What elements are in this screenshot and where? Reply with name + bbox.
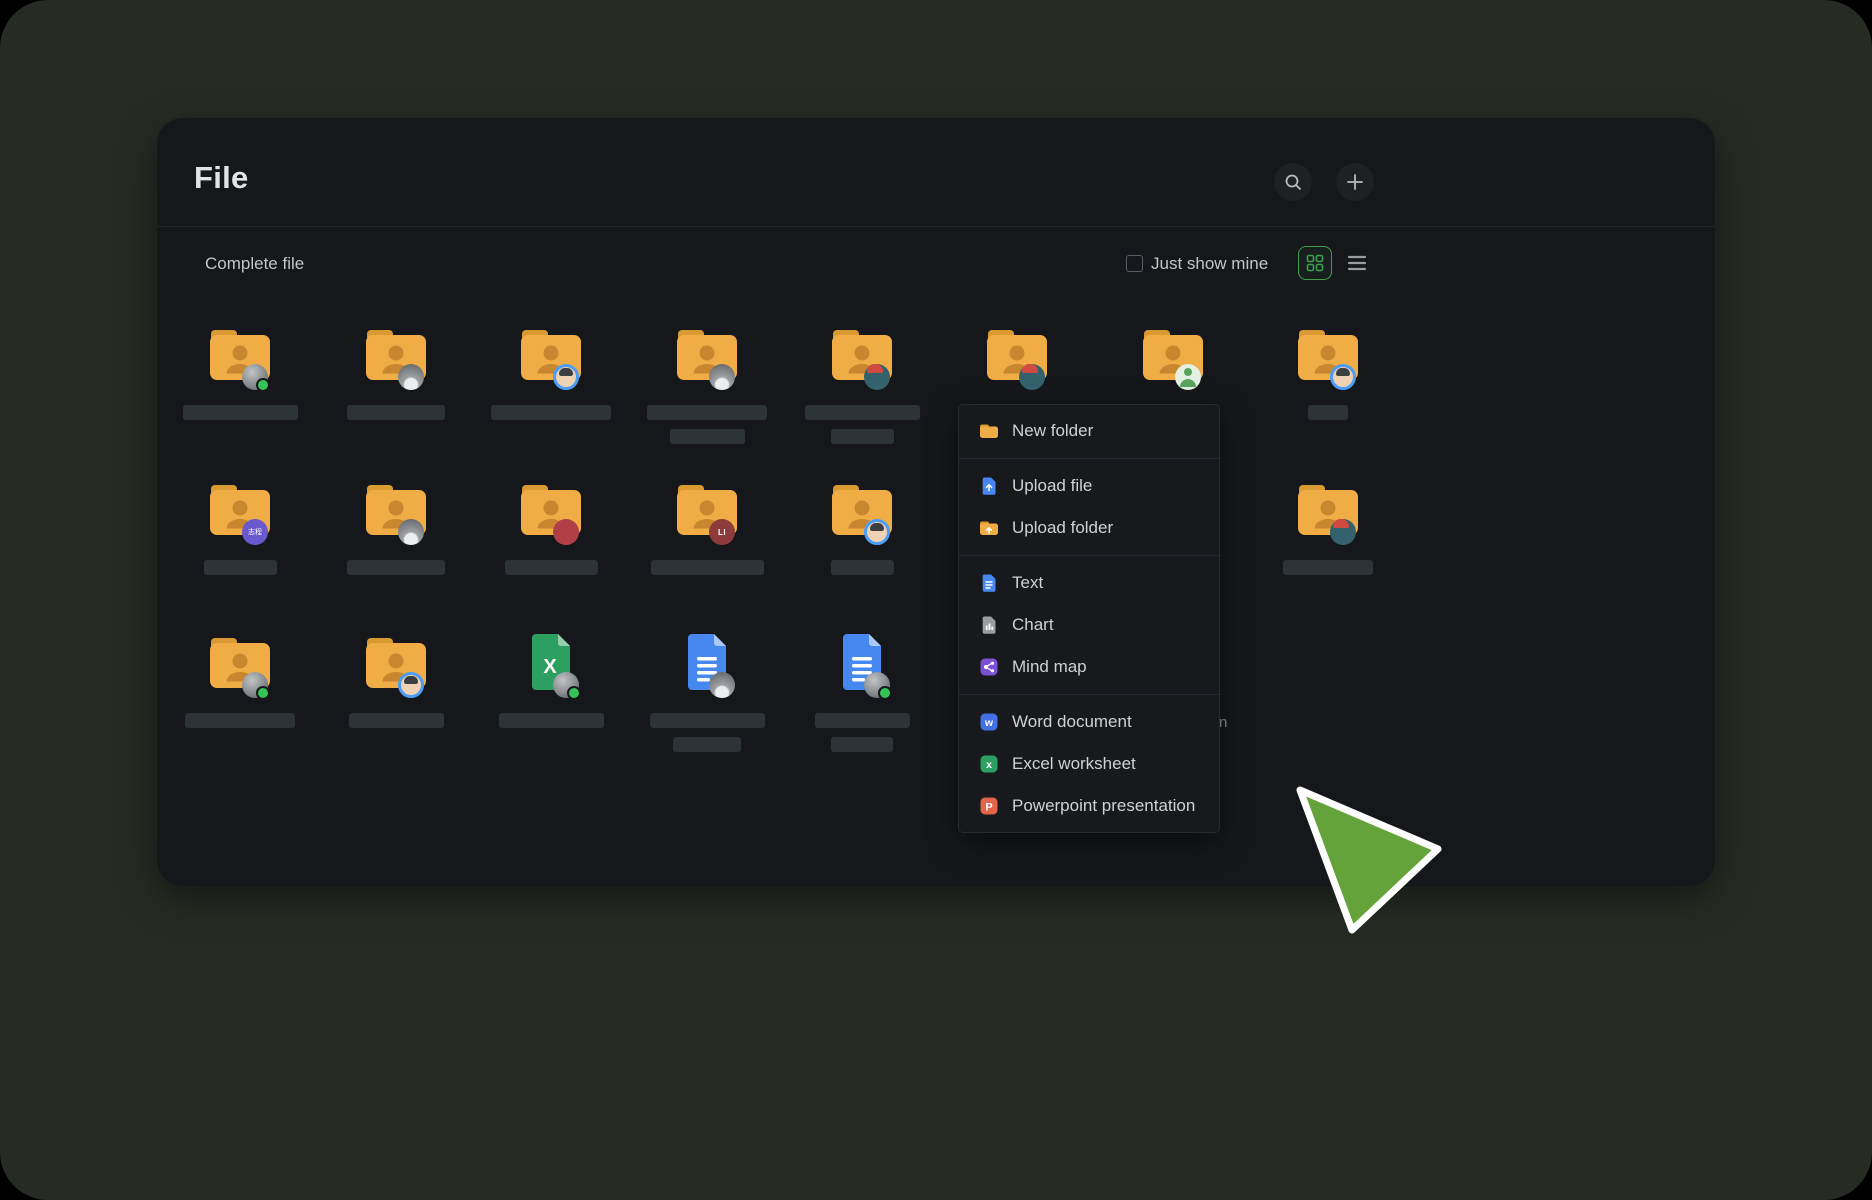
boy-blue-ring-avatar (553, 364, 579, 390)
menu-item-label: Chart (1012, 615, 1054, 635)
green-person-avatar (1175, 364, 1201, 390)
cat-avatar (398, 364, 424, 390)
menu-item-upload-file[interactable]: Upload file (959, 465, 1219, 507)
file-item[interactable] (632, 630, 782, 772)
girl-red-avatar (1330, 519, 1356, 545)
menu-item-label: Excel worksheet (1012, 754, 1136, 774)
menu-item-label: Powerpoint presentation (1012, 796, 1195, 816)
menu-item-label: Upload file (1012, 476, 1092, 496)
boy-blue-ring-avatar (398, 672, 424, 698)
redacted-file-name (647, 405, 767, 420)
powerpoint-icon: P (979, 796, 999, 816)
file-item[interactable] (321, 322, 471, 464)
text-doc-icon (979, 573, 999, 593)
menu-item-new-folder[interactable]: New folder (959, 410, 1219, 452)
file-item[interactable] (1253, 477, 1403, 619)
file-item[interactable] (476, 477, 626, 619)
red-text-avatar (553, 519, 579, 545)
maroon-li-avatar: LI (709, 519, 735, 545)
file-item[interactable] (787, 322, 937, 464)
mind-map-icon (979, 657, 999, 677)
word-icon: w (979, 712, 999, 732)
file-item[interactable] (787, 477, 937, 619)
menu-item-text[interactable]: Text (959, 562, 1219, 604)
menu-item-word-document[interactable]: w Word document (959, 701, 1219, 743)
file-item[interactable] (476, 322, 626, 464)
new-folder-icon (979, 421, 999, 441)
menu-item-mind-map[interactable]: Mind map (959, 646, 1219, 688)
redacted-file-name (491, 405, 611, 420)
file-item[interactable]: X (476, 630, 626, 772)
redacted-file-name (347, 560, 445, 575)
file-manager-window: File Complete file Just show mine 志程LIX (157, 118, 1715, 886)
boy-blue-ring-avatar (864, 519, 890, 545)
svg-text:w: w (984, 717, 994, 729)
upload-file-icon (979, 476, 999, 496)
menu-item-upload-folder[interactable]: Upload folder (959, 507, 1219, 549)
purple-text-avatar: 志程 (242, 519, 268, 545)
menu-divider (959, 555, 1219, 556)
redacted-file-name (831, 429, 894, 444)
menu-item-label: Text (1012, 573, 1043, 593)
redacted-file-name (1308, 405, 1348, 420)
girl-red-avatar (1019, 364, 1045, 390)
cat-avatar (709, 364, 735, 390)
redacted-file-name (347, 405, 445, 420)
chart-doc-icon (979, 615, 999, 635)
redacted-file-name (505, 560, 598, 575)
file-item[interactable] (165, 630, 315, 772)
boy-blue-ring-avatar (1330, 364, 1356, 390)
redacted-file-name (1283, 560, 1373, 575)
menu-divider (959, 694, 1219, 695)
file-item[interactable]: 志程 (165, 477, 315, 619)
girl-red-avatar (864, 364, 890, 390)
file-item[interactable]: LI (632, 477, 782, 619)
redacted-file-name (185, 713, 295, 728)
menu-item-excel-worksheet[interactable]: x Excel worksheet (959, 743, 1219, 785)
menu-item-label: Word document (1012, 712, 1132, 732)
menu-divider (959, 458, 1219, 459)
upload-folder-icon (979, 518, 999, 538)
menu-item-chart[interactable]: Chart (959, 604, 1219, 646)
excel-icon: x (979, 754, 999, 774)
file-item[interactable] (165, 322, 315, 464)
redacted-file-name (650, 713, 765, 728)
redacted-file-name (831, 560, 894, 575)
gray-photo-avatar (242, 672, 268, 698)
menu-item-label: Upload folder (1012, 518, 1113, 538)
cat-avatar (709, 672, 735, 698)
cat-avatar (398, 519, 424, 545)
gray-photo-avatar (242, 364, 268, 390)
menu-item-label: New folder (1012, 421, 1093, 441)
svg-text:P: P (985, 801, 992, 813)
file-item[interactable] (321, 630, 471, 772)
svg-text:X: X (543, 656, 557, 678)
redacted-file-name (183, 405, 298, 420)
file-item[interactable] (321, 477, 471, 619)
file-item[interactable] (632, 322, 782, 464)
redacted-file-name (815, 713, 910, 728)
gray-photo-avatar (553, 672, 579, 698)
redacted-file-name (670, 429, 745, 444)
redacted-file-name (651, 560, 764, 575)
redacted-file-name (349, 713, 444, 728)
desktop-background: File Complete file Just show mine 志程LIX (0, 0, 1872, 1200)
redacted-file-name (499, 713, 604, 728)
redacted-file-name (673, 737, 741, 752)
file-grid: 志程 LI X (157, 118, 1715, 886)
menu-item-label: Mind map (1012, 657, 1087, 677)
new-item-context-menu: New folder Upload file Upload folder Text Ch… (958, 404, 1220, 833)
partially-hidden-text: n (1219, 714, 1227, 731)
redacted-file-name (805, 405, 920, 420)
menu-item-powerpoint-presentation[interactable]: P Powerpoint presentation (959, 785, 1219, 827)
svg-text:x: x (986, 759, 992, 771)
gray-photo-avatar (864, 672, 890, 698)
redacted-file-name (831, 737, 893, 752)
redacted-file-name (204, 560, 277, 575)
file-item[interactable] (1253, 322, 1403, 464)
file-item[interactable] (787, 630, 937, 772)
